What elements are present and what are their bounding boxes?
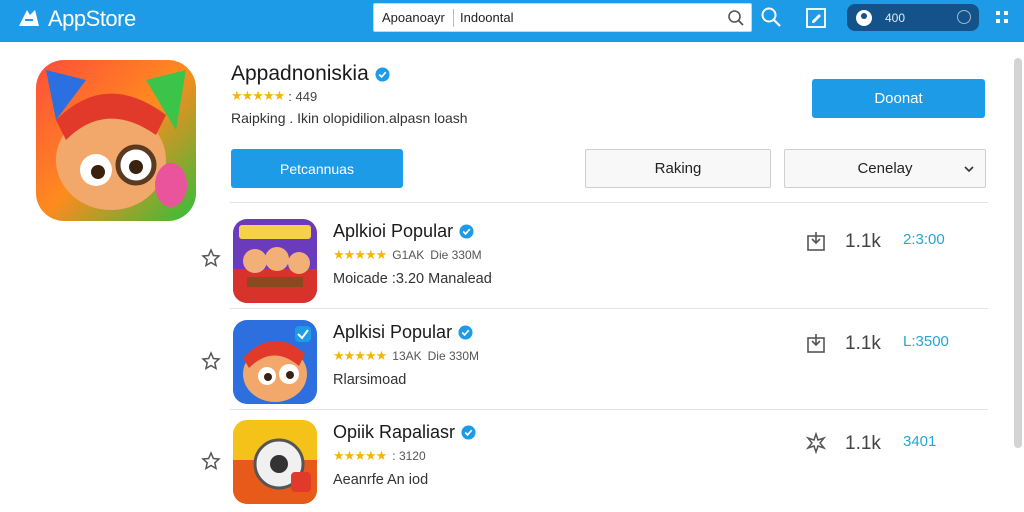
featured-app-icon[interactable]: [36, 60, 196, 221]
list-item[interactable]: Aplkisi Popular ★★★★★ 13AK Die 330M Rlar…: [200, 310, 988, 410]
app-artwork: [233, 219, 317, 303]
app-artwork: [233, 320, 317, 404]
app-subtitle: Aeanrfe An iod: [333, 472, 429, 488]
featured-app-name: Appadnoniskia: [231, 62, 369, 85]
verified-badge-icon: [375, 66, 390, 82]
app-icon[interactable]: [233, 219, 317, 303]
verified-badge-icon: [461, 425, 476, 440]
avatar-icon: [856, 9, 872, 26]
app-title[interactable]: Aplkioi Popular: [333, 221, 474, 242]
app-name: Aplkioi Popular: [333, 221, 454, 241]
app-meta: ★★★★★ : 3120: [333, 448, 432, 464]
list-item[interactable]: Aplkioi Popular ★★★★★ G1AK Die 330M Moic…: [200, 207, 988, 307]
app-subtitle: Moicade :3.20 Manalead: [333, 271, 492, 287]
verified-badge-icon: [458, 325, 473, 340]
featured-app-title: Appadnoniskia: [231, 62, 390, 86]
search-icon[interactable]: [727, 9, 745, 27]
top-bar: AppStore Apoanoayr 400: [0, 0, 1024, 42]
search-box[interactable]: Apoanoayr: [373, 3, 752, 32]
app-meta: ★★★★★ G1AK Die 330M: [333, 247, 482, 263]
app-icon[interactable]: [233, 320, 317, 404]
brand[interactable]: AppStore: [16, 6, 136, 32]
star-outline-icon[interactable]: [200, 450, 222, 472]
app-artwork: [233, 420, 317, 504]
grid-icon[interactable]: [995, 10, 1009, 24]
star-burst-icon[interactable]: [805, 432, 827, 454]
app-name: Opiik Rapaliasr: [333, 422, 456, 442]
sort-button[interactable]: Raking: [585, 149, 771, 188]
star-outline-icon[interactable]: [200, 247, 222, 269]
edit-icon[interactable]: [804, 6, 828, 30]
featured-app-rating: ★★★★★ : 449: [231, 88, 317, 104]
app-store-logo-icon: [19, 10, 39, 26]
download-icon[interactable]: [805, 230, 827, 252]
list-item[interactable]: Opiik Rapaliasr ★★★★★ : 3120 Aeanrfe An …: [200, 412, 988, 512]
app-icon[interactable]: [233, 420, 317, 504]
rating-count: : 3120: [392, 449, 426, 463]
rating-stars: ★★★★★: [333, 247, 387, 262]
verified-badge-icon: [459, 224, 474, 239]
rating-count: : 449: [288, 88, 318, 104]
price-label[interactable]: 2:3:00: [903, 231, 945, 248]
app-title[interactable]: Opiik Rapaliasr: [333, 422, 476, 443]
download-button[interactable]: Doonat: [812, 79, 985, 118]
divider: [230, 308, 988, 309]
star-outline-icon[interactable]: [200, 350, 222, 372]
tab-button[interactable]: Petcannuas: [231, 149, 403, 188]
app-name: Aplkisi Popular: [333, 322, 453, 342]
divider: [230, 202, 988, 203]
app-size: Die 330M: [430, 248, 482, 262]
rating-count: G1AK: [392, 248, 425, 262]
account-settings-icon[interactable]: [957, 10, 971, 24]
app-subtitle: Rlarsimoad: [333, 372, 407, 388]
download-count: 1.1k: [845, 333, 881, 354]
search-input[interactable]: [460, 10, 720, 25]
rating-stars: ★★★★★: [333, 348, 387, 363]
chevron-down-icon: [964, 166, 974, 173]
download-count: 1.1k: [845, 433, 881, 454]
featured-app-description: Raipking . Ikin olopidilion.alpasn loash: [231, 110, 468, 126]
category-select-value: Cenelay: [857, 160, 913, 177]
scrollbar[interactable]: [1014, 58, 1022, 448]
account-label: 400: [885, 10, 906, 25]
divider: [230, 409, 988, 410]
account-pill[interactable]: 400: [847, 4, 979, 31]
rating-stars: ★★★★★: [231, 88, 285, 103]
price-label[interactable]: 3401: [903, 433, 936, 450]
featured-app-artwork: [36, 60, 196, 221]
app-title[interactable]: Aplkisi Popular: [333, 322, 473, 343]
app-size: Die 330M: [427, 349, 479, 363]
download-count: 1.1k: [845, 231, 881, 252]
download-icon[interactable]: [805, 332, 827, 354]
price-label[interactable]: L:3500: [903, 333, 949, 350]
brand-name: AppStore: [48, 6, 136, 31]
rating-stars: ★★★★★: [333, 448, 387, 463]
category-select[interactable]: Cenelay: [784, 149, 986, 188]
search-scope-dropdown[interactable]: Apoanoayr: [374, 8, 454, 27]
app-meta: ★★★★★ 13AK Die 330M: [333, 348, 479, 364]
rating-count: 13AK: [392, 349, 422, 363]
search-icon[interactable]: [760, 6, 782, 28]
